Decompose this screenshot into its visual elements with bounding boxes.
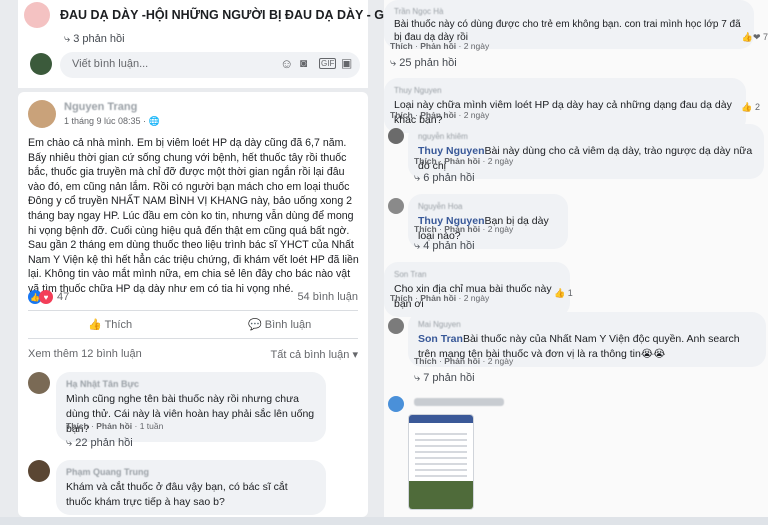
view-replies-link[interactable]: ⤷ 6 phản hồi	[414, 172, 475, 185]
top-reply-link[interactable]: ⤷ 3 phản hồi	[64, 33, 125, 46]
comment-bubble: nguyễn khiêm Thuy NguyenBài này dùng cho…	[408, 124, 764, 179]
comment-author[interactable]: Hạ Nhật Tân Bực	[66, 377, 316, 392]
group-title[interactable]: ĐAU DẠ DÀY -HỘI NHỮNG NGƯỜI BỊ ĐAU DẠ DÀ…	[60, 8, 407, 22]
post-card: Nguyen Trang 1 tháng 9 lúc 08:35 · 🌐 Em …	[18, 92, 368, 517]
image-header-bar	[409, 415, 473, 423]
comment-bubble-icon: 💬	[248, 319, 262, 331]
commenter-avatar[interactable]	[28, 460, 50, 482]
view-replies-link[interactable]: ⤷ 7 phản hồi	[414, 372, 475, 385]
comment-input-placeholder: Viết bình luận...	[72, 58, 149, 70]
see-more-comments[interactable]: Xem thêm 12 bình luận	[28, 348, 142, 360]
comment-time: 1 tuần	[139, 421, 164, 431]
camera-icon[interactable]: ◙	[300, 56, 307, 70]
love-reaction-icon: ♥	[39, 290, 53, 304]
chevron-down-icon: ▾	[352, 349, 358, 361]
comment-author[interactable]: Trần Ngọc Hà	[394, 5, 744, 18]
bottom-bar	[0, 517, 768, 525]
reaction-badge[interactable]: 👍 1	[554, 288, 573, 299]
comments-count[interactable]: 54 bình luận	[297, 291, 358, 303]
comment-meta: Thích · Phản hồi · 2 ngày	[390, 110, 490, 120]
sticker-icon[interactable]: ▣	[341, 56, 352, 70]
post-author-name[interactable]: Nguyen Trang	[64, 101, 137, 113]
comment-meta: Thích · Phản hồi · 2 ngày	[414, 356, 514, 366]
group-avatar[interactable]	[24, 2, 50, 28]
comment-text: Khám và cắt thuốc ở đâu vậy bạn, có bác …	[66, 481, 288, 508]
reaction-badge[interactable]: 👍❤ 7	[742, 32, 768, 43]
divider	[28, 310, 358, 311]
comment-author[interactable]: Mai Nguyen	[418, 317, 756, 332]
comment-meta: Thích · Phản hồi · 2 ngày	[414, 156, 514, 166]
comment-author[interactable]: Nguyễn Hoa	[418, 199, 558, 214]
comment-button[interactable]: 💬 Bình luận	[248, 318, 311, 331]
commenter-name-blurred[interactable]	[414, 398, 504, 406]
post-body: Em chào cả nhà mình. Em bị viêm loét HP …	[28, 137, 359, 295]
thumbs-up-icon: 👍	[88, 319, 102, 331]
commenter-avatar[interactable]	[388, 318, 404, 334]
reaction-badge[interactable]: 👍 2	[741, 102, 760, 113]
comment-meta: Thích · Phản hồi · 2 ngày	[390, 293, 490, 303]
comment-bubble: Hạ Nhật Tân Bực Mình cũng nghe tên bài t…	[56, 372, 326, 442]
view-replies-link[interactable]: ⤷ 25 phản hồi	[390, 57, 457, 70]
commenter-avatar[interactable]	[28, 372, 50, 394]
comment-author[interactable]: Son Tran	[394, 267, 560, 282]
commenter-avatar[interactable]	[388, 396, 404, 412]
comment-meta: Thích · Phản hồi · 2 ngày	[414, 224, 514, 234]
post-time[interactable]: 1 tháng 9 lúc 08:35 · 🌐	[64, 116, 160, 127]
comment-author[interactable]: Phạm Quang Trung	[66, 465, 316, 480]
like-button[interactable]: 👍 Thích	[88, 318, 132, 331]
comment-like-link[interactable]: Thích	[66, 421, 89, 431]
comment-author[interactable]: Thuy Nguyen	[394, 83, 736, 98]
view-replies-link[interactable]: ⤷ 22 phản hồi	[66, 437, 133, 450]
reactions-summary[interactable]: 👍 ♥ 47	[28, 290, 69, 304]
post-author-avatar[interactable]	[28, 100, 56, 128]
commenter-avatar[interactable]	[388, 128, 404, 144]
gif-icon[interactable]: GIF	[319, 58, 337, 69]
right-column: Trần Ngọc Hà Bài thuốc này có dùng được …	[384, 0, 768, 517]
user-avatar	[30, 53, 52, 75]
image-text-lines	[415, 429, 467, 479]
attached-image[interactable]	[408, 414, 474, 510]
comment-bubble: Phạm Quang Trung Khám và cắt thuốc ở đâu…	[56, 460, 326, 515]
comment-meta: Thích · Phản hồi · 2 ngày	[390, 41, 490, 51]
comment-filter-dropdown[interactable]: Tất cả bình luận ▾	[271, 348, 358, 361]
divider	[28, 338, 358, 339]
globe-icon: 🌐	[148, 116, 160, 126]
view-replies-link[interactable]: ⤷ 4 phản hồi	[414, 240, 475, 253]
commenter-avatar[interactable]	[388, 198, 404, 214]
mention-tag[interactable]: Son Tran	[418, 333, 463, 345]
comment-input-box[interactable]: Viết bình luận... ☺ ◙ GIF ▣	[60, 52, 360, 78]
comment-reply-link[interactable]: Phản hồi	[96, 421, 132, 431]
image-photo	[409, 481, 473, 509]
comment-meta: Thích · Phản hồi · 1 tuần	[66, 421, 164, 431]
left-column-top: ĐAU DẠ DÀY -HỘI NHỮNG NGƯỜI BỊ ĐAU DẠ DÀ…	[18, 0, 407, 88]
emoji-icon[interactable]: ☺	[280, 56, 293, 71]
reactions-count: 47	[57, 291, 70, 303]
comment-bubble: Son Tran Cho xin địa chỉ mua bài thuốc n…	[384, 262, 570, 317]
comment-author[interactable]: nguyễn khiêm	[418, 129, 754, 144]
